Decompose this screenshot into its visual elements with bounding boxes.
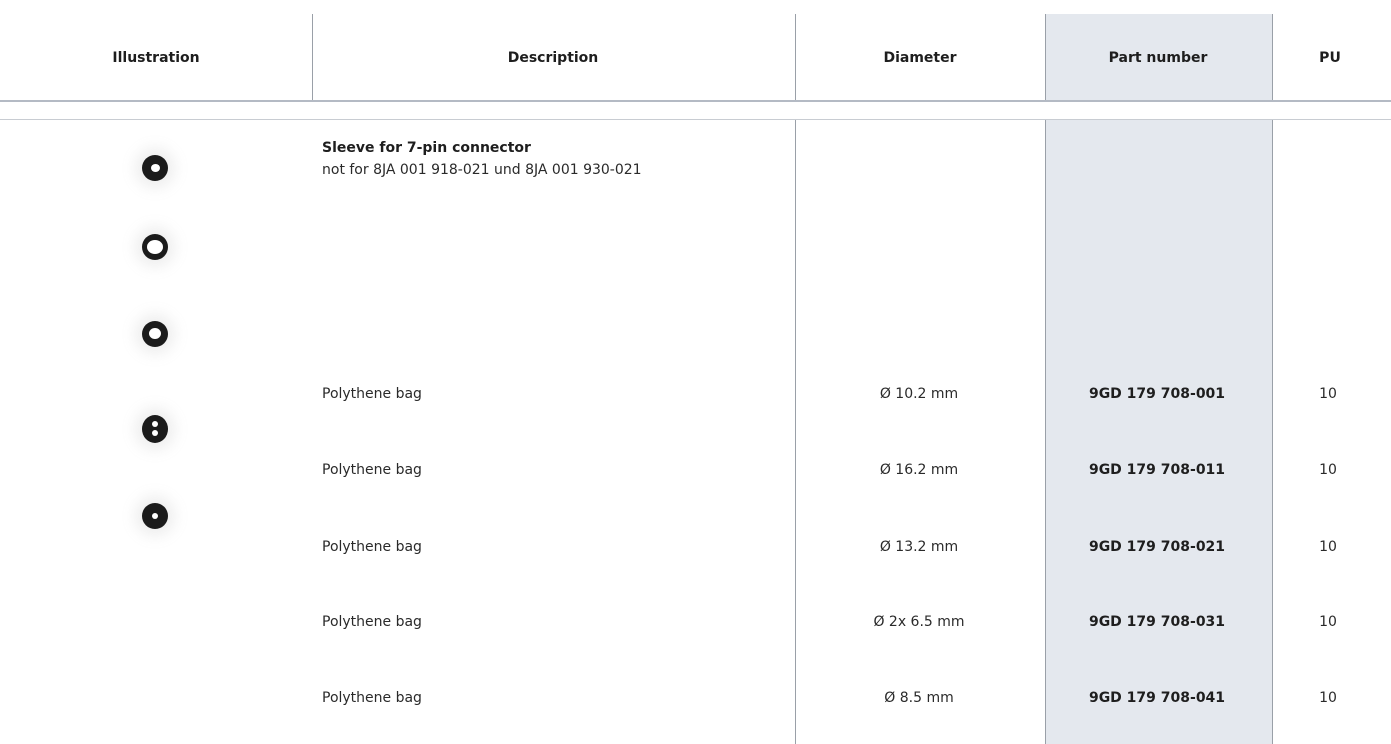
header-divider-4	[1272, 14, 1273, 101]
row-pu: 10	[1319, 614, 1337, 630]
product-title: Sleeve for 7-pin connector	[322, 140, 531, 156]
row-diameter: Ø 10.2 mm	[879, 386, 959, 402]
header-divider-3	[1045, 14, 1046, 101]
header-illustration: Illustration	[112, 50, 200, 66]
sleeve-2x6-5-icon	[142, 415, 168, 443]
row-diameter: Ø 2x 6.5 mm	[873, 614, 965, 630]
row-pu: 10	[1319, 462, 1337, 478]
header-diameter: Diameter	[883, 50, 957, 66]
row-pu: 10	[1319, 690, 1337, 706]
part-number-column-shade	[1045, 120, 1272, 744]
row-diameter: Ø 8.5 mm	[884, 690, 954, 706]
row-part-number: 9GD 179 708-021	[1088, 539, 1226, 555]
sleeve-16-2-icon	[142, 234, 168, 260]
sleeve-13-2-icon	[142, 321, 168, 347]
row-description: Polythene bag	[322, 386, 422, 402]
row-part-number: 9GD 179 708-011	[1088, 462, 1226, 478]
row-description: Polythene bag	[322, 690, 422, 706]
row-part-number: 9GD 179 708-031	[1088, 614, 1226, 630]
row-diameter: Ø 16.2 mm	[879, 462, 959, 478]
row-pu: 10	[1319, 386, 1337, 402]
sleeve-10-2-icon	[142, 155, 168, 181]
header-part-number: Part number	[1108, 50, 1208, 66]
row-diameter: Ø 13.2 mm	[879, 539, 959, 555]
row-part-number: 9GD 179 708-001	[1088, 386, 1226, 402]
row-description: Polythene bag	[322, 614, 422, 630]
header-pu: PU	[1319, 50, 1341, 66]
body-divider-2	[1045, 120, 1046, 744]
row-part-number: 9GD 179 708-041	[1088, 690, 1226, 706]
header-description: Description	[507, 50, 599, 66]
row-description: Polythene bag	[322, 539, 422, 555]
row-pu: 10	[1319, 539, 1337, 555]
row-description: Polythene bag	[322, 462, 422, 478]
body-divider-3	[1272, 120, 1273, 744]
header-divider-1	[312, 14, 313, 101]
body-divider-1	[795, 120, 796, 744]
body-top-rule	[0, 119, 1391, 120]
header-divider-2	[795, 14, 796, 101]
header-rule	[0, 100, 1391, 102]
sleeve-8-5-icon	[142, 503, 168, 529]
product-note: not for 8JA 001 918-021 und 8JA 001 930-…	[322, 162, 642, 178]
